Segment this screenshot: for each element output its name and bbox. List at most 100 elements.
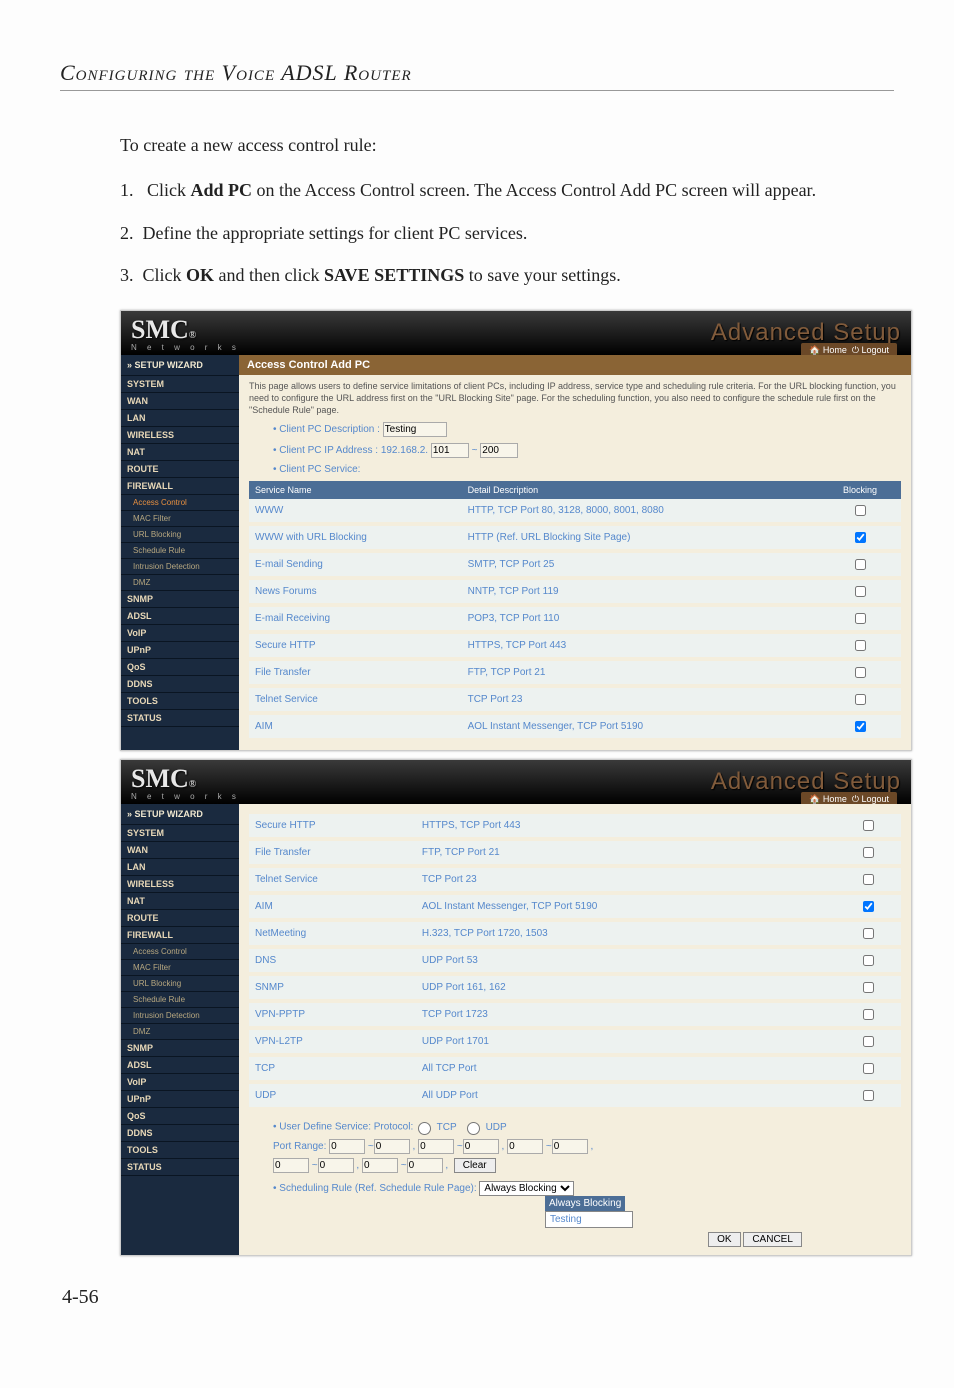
port-to-input[interactable] <box>407 1158 443 1173</box>
sidebar-item[interactable]: FIREWALL <box>121 478 239 495</box>
cancel-button[interactable]: CANCEL <box>743 1232 802 1247</box>
blocking-checkbox[interactable] <box>863 1009 874 1020</box>
sidebar-item[interactable]: TOOLS <box>121 1142 239 1159</box>
sidebar-item[interactable]: ADSL <box>121 608 239 625</box>
scheduling-select[interactable]: Always Blocking <box>479 1181 574 1196</box>
blocking-checkbox[interactable] <box>855 505 866 516</box>
sidebar-item[interactable]: WAN <box>121 842 239 859</box>
ok-button[interactable]: OK <box>708 1232 740 1247</box>
blocking-checkbox[interactable] <box>863 901 874 912</box>
sidebar-item[interactable]: STATUS <box>121 710 239 727</box>
ip-to-input[interactable] <box>480 443 518 458</box>
sidebar-item[interactable]: DMZ <box>121 575 239 591</box>
protocol-tcp-radio[interactable] <box>418 1122 431 1135</box>
col-detail-desc: Detail Description <box>462 481 819 499</box>
blocking-checkbox[interactable] <box>863 982 874 993</box>
port-to-input[interactable] <box>374 1139 410 1154</box>
client-pc-desc-input[interactable] <box>383 422 447 437</box>
blocking-checkbox[interactable] <box>863 1063 874 1074</box>
sidebar-item[interactable]: DDNS <box>121 676 239 693</box>
blocking-cell <box>834 893 901 920</box>
udp-label: UDP <box>486 1122 507 1133</box>
blocking-checkbox[interactable] <box>855 721 866 732</box>
blocking-cell <box>819 499 901 524</box>
port-from-input[interactable] <box>329 1139 365 1154</box>
service-name-cell: VPN-PPTP <box>249 1001 416 1028</box>
sidebar-item[interactable]: URL Blocking <box>121 527 239 543</box>
sidebar-item[interactable]: » SETUP WIZARD <box>121 355 239 376</box>
blocking-checkbox[interactable] <box>855 613 866 624</box>
sidebar-item[interactable]: Schedule Rule <box>121 543 239 559</box>
sidebar-item[interactable]: SYSTEM <box>121 376 239 393</box>
sidebar-item[interactable]: NAT <box>121 444 239 461</box>
blocking-checkbox[interactable] <box>863 928 874 939</box>
blocking-cell <box>834 920 901 947</box>
port-to-input[interactable] <box>463 1139 499 1154</box>
sidebar-item[interactable]: Intrusion Detection <box>121 1008 239 1024</box>
sidebar-item[interactable]: FIREWALL <box>121 927 239 944</box>
blocking-checkbox[interactable] <box>863 874 874 885</box>
sidebar-item[interactable]: LAN <box>121 859 239 876</box>
sidebar-item[interactable]: SNMP <box>121 1040 239 1057</box>
clear-button[interactable]: Clear <box>454 1158 496 1173</box>
protocol-udp-radio[interactable] <box>467 1122 480 1135</box>
sidebar-item[interactable]: URL Blocking <box>121 976 239 992</box>
port-to-input[interactable] <box>552 1139 588 1154</box>
service-name-cell: NetMeeting <box>249 920 416 947</box>
sidebar-item[interactable]: VoIP <box>121 625 239 642</box>
service-name-cell: E-mail Sending <box>249 551 462 578</box>
step-3: 3. Click OK and then click SAVE SETTINGS… <box>120 261 894 290</box>
sidebar-item[interactable]: WAN <box>121 393 239 410</box>
port-range-label: Port Range: <box>273 1141 326 1152</box>
blocking-checkbox[interactable] <box>855 640 866 651</box>
sidebar-item[interactable]: ADSL <box>121 1057 239 1074</box>
sidebar-item[interactable]: SYSTEM <box>121 825 239 842</box>
sidebar-item[interactable]: WIRELESS <box>121 427 239 444</box>
sidebar-item[interactable]: STATUS <box>121 1159 239 1176</box>
sidebar-item[interactable]: DDNS <box>121 1125 239 1142</box>
sidebar-item[interactable]: ROUTE <box>121 461 239 478</box>
sidebar-item[interactable]: Access Control <box>121 495 239 511</box>
blocking-checkbox[interactable] <box>863 1090 874 1101</box>
sidebar-item[interactable]: Schedule Rule <box>121 992 239 1008</box>
sidebar-item[interactable]: QoS <box>121 659 239 676</box>
port-from-input[interactable] <box>507 1139 543 1154</box>
blocking-checkbox[interactable] <box>863 1036 874 1047</box>
table-row: DNSUDP Port 53 <box>249 947 901 974</box>
blocking-cell <box>819 578 901 605</box>
blocking-checkbox[interactable] <box>855 559 866 570</box>
blocking-checkbox[interactable] <box>855 694 866 705</box>
port-from-input[interactable] <box>362 1158 398 1173</box>
blocking-checkbox[interactable] <box>863 820 874 831</box>
blocking-checkbox[interactable] <box>855 586 866 597</box>
port-from-input[interactable] <box>273 1158 309 1173</box>
service-table-cont: Secure HTTPHTTPS, TCP Port 443File Trans… <box>249 814 901 1111</box>
sidebar-item[interactable]: NAT <box>121 893 239 910</box>
sidebar-item[interactable]: UPnP <box>121 1091 239 1108</box>
blocking-checkbox[interactable] <box>855 667 866 678</box>
detail-desc-cell: NNTP, TCP Port 119 <box>462 578 819 605</box>
sidebar-item[interactable]: DMZ <box>121 1024 239 1040</box>
sidebar-item[interactable]: UPnP <box>121 642 239 659</box>
sidebar-item[interactable]: TOOLS <box>121 693 239 710</box>
step-text: to save your settings. <box>464 265 620 285</box>
sidebar-item[interactable]: WIRELESS <box>121 876 239 893</box>
user-define-label: User Define Service: Protocol: <box>279 1122 413 1133</box>
sidebar-item[interactable]: LAN <box>121 410 239 427</box>
blocking-checkbox[interactable] <box>855 532 866 543</box>
sidebar-item[interactable]: SNMP <box>121 591 239 608</box>
sidebar-item[interactable]: Intrusion Detection <box>121 559 239 575</box>
blocking-checkbox[interactable] <box>863 955 874 966</box>
sidebar-item[interactable]: MAC Filter <box>121 511 239 527</box>
sidebar-item[interactable]: Access Control <box>121 944 239 960</box>
sidebar-item[interactable]: ROUTE <box>121 910 239 927</box>
sidebar-item[interactable]: VoIP <box>121 1074 239 1091</box>
blocking-checkbox[interactable] <box>863 847 874 858</box>
ip-from-input[interactable] <box>431 443 469 458</box>
sidebar-item[interactable]: QoS <box>121 1108 239 1125</box>
sidebar-item[interactable]: MAC Filter <box>121 960 239 976</box>
sidebar-item[interactable]: » SETUP WIZARD <box>121 804 239 825</box>
port-to-input[interactable] <box>318 1158 354 1173</box>
service-name-cell: News Forums <box>249 578 462 605</box>
port-from-input[interactable] <box>418 1139 454 1154</box>
